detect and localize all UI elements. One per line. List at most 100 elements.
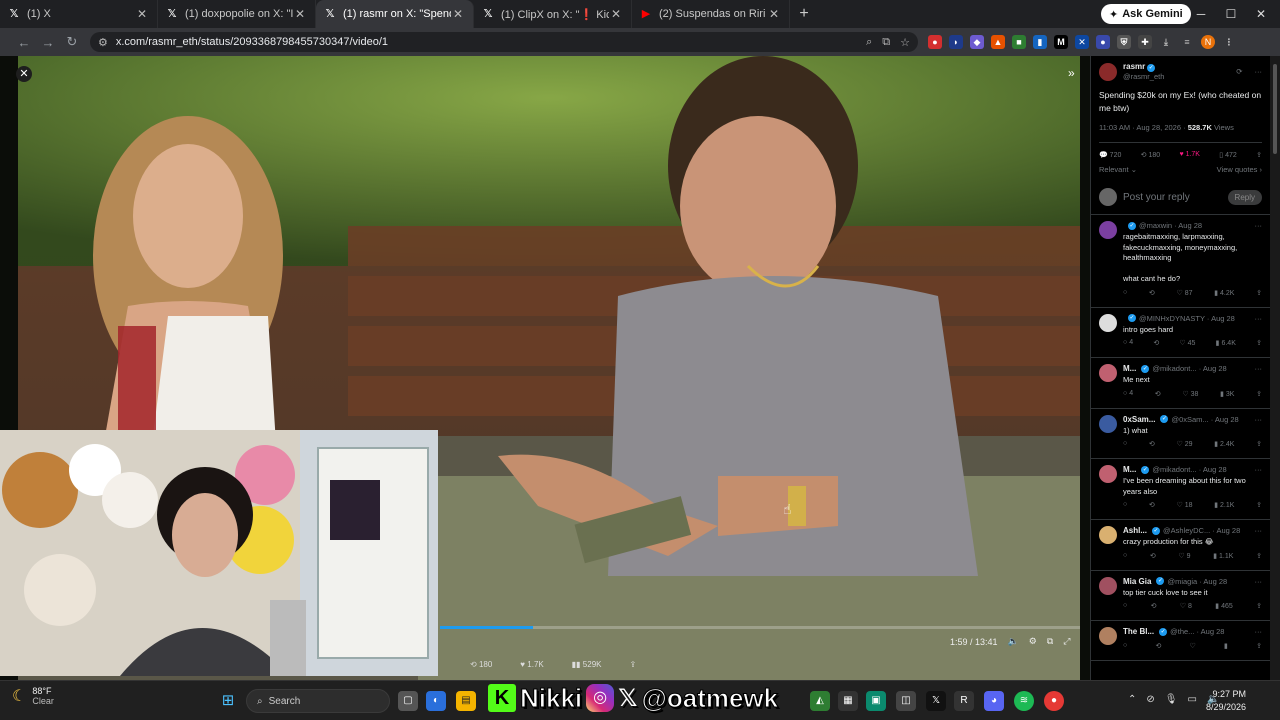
views-button[interactable]: ▮▮ 529K <box>572 660 602 669</box>
close-tab-icon[interactable]: ✕ <box>609 7 623 21</box>
reply-like-button[interactable]: ♡ 38 <box>1182 390 1198 398</box>
settings-icon[interactable]: ⚙ <box>1029 636 1037 647</box>
reply-handle[interactable]: @mikadont... · Aug 28 <box>1152 364 1226 373</box>
reply-item[interactable]: ✓ @maxwin · Aug 28 ··· ragebaitmaxxing, lar… <box>1091 215 1270 308</box>
reply-like-button[interactable]: ♡ <box>1190 642 1196 650</box>
tweet-time[interactable]: 11:03 AM · Aug 28, 2026 · <box>1099 123 1186 132</box>
new-tab-button[interactable]: + <box>790 5 818 23</box>
volume-icon[interactable]: 🔈 <box>1008 636 1019 647</box>
task-view-icon[interactable]: ▢ <box>398 691 418 711</box>
expand-sidebar-icon[interactable]: » <box>1068 66 1075 80</box>
author-name[interactable]: rasmr <box>1123 62 1145 71</box>
reply-views-button[interactable]: ▮ 6.4K <box>1216 339 1236 347</box>
like-button[interactable]: ♥ 1.7K <box>520 660 543 669</box>
reply-like-button[interactable]: ♡ 87 <box>1176 289 1192 297</box>
microphone-icon[interactable]: 🎙 <box>1165 694 1178 705</box>
monitor-icon[interactable]: ▭ <box>1187 694 1196 705</box>
discord-icon[interactable]: ◕ <box>984 691 1004 711</box>
reply-like-button[interactable]: ♡ 18 <box>1176 501 1192 509</box>
app-icon[interactable]: ◭ <box>810 691 830 711</box>
maximize-button[interactable]: ☐ <box>1216 0 1246 28</box>
weather-widget[interactable]: ☾ 88°F Clear <box>12 686 54 706</box>
pip-icon[interactable]: ⧉ <box>1047 636 1053 647</box>
reply-handle[interactable]: @the... · Aug 28 <box>1170 627 1224 636</box>
reply-comment-button[interactable]: ○ <box>1123 501 1127 509</box>
back-icon[interactable]: ← <box>12 35 36 50</box>
tab-1[interactable]: 𝕏 (1) X ✕ <box>0 0 158 28</box>
reply-handle[interactable]: @MINHxDYNASTY · Aug 28 <box>1139 314 1235 323</box>
reply-author[interactable]: Mia Gia <box>1123 577 1151 586</box>
reply-input[interactable]: Post your reply <box>1123 192 1222 203</box>
more-icon[interactable]: ··· <box>1255 465 1263 474</box>
tab-4[interactable]: 𝕏 (1) ClipX on X: "❗ Kick CEO Ed✕ <box>474 0 632 28</box>
chevron-up-icon[interactable]: ⌃ <box>1128 694 1136 705</box>
reload-icon[interactable]: ↻ <box>60 34 84 50</box>
video-progress-bar[interactable] <box>440 626 1080 629</box>
close-tab-icon[interactable]: ✕ <box>293 7 307 21</box>
close-window-button[interactable]: ✕ <box>1246 0 1276 28</box>
refresh-icon[interactable]: ⟳ <box>1236 67 1242 76</box>
reply-views-button[interactable]: ▮ 3K <box>1220 390 1234 398</box>
reply-repost-button[interactable]: ⟲ <box>1149 440 1155 448</box>
reply-handle[interactable]: @AshleyDC... · Aug 28 <box>1163 526 1240 535</box>
clock[interactable]: 9:27 PM 8/29/2026 <box>1206 688 1246 714</box>
reply-comment-button[interactable]: ○ <box>1123 642 1127 650</box>
extension-icon[interactable]: ▮ <box>1033 35 1047 49</box>
reply-author[interactable]: The Bl... <box>1123 627 1154 636</box>
author-avatar[interactable] <box>1099 62 1117 81</box>
share-icon[interactable]: ⇪ <box>1256 552 1262 560</box>
fullscreen-icon[interactable]: ⤢ <box>1063 636 1070 647</box>
tray-icon[interactable]: ⊘ <box>1146 694 1154 705</box>
close-media-icon[interactable]: ✕ <box>16 66 32 82</box>
reply-repost-button[interactable]: ⟲ <box>1149 501 1155 509</box>
forward-icon[interactable]: → <box>36 35 60 50</box>
share-icon[interactable]: ⇪ <box>1256 289 1262 297</box>
sidebar-scrollbar[interactable] <box>1270 56 1280 680</box>
reply-button[interactable]: Reply <box>1227 189 1262 205</box>
reply-author[interactable]: M... <box>1123 465 1136 474</box>
menu-icon[interactable]: ⋮ <box>1222 35 1236 49</box>
extension-icon[interactable]: ◗ <box>949 35 963 49</box>
reply-handle[interactable]: @miagia · Aug 28 <box>1167 577 1227 586</box>
tab-3[interactable]: 𝕏 (1) rasmr on X: "Spending $20k✕ <box>316 0 474 28</box>
share-icon[interactable]: ⇪ <box>1256 501 1262 509</box>
reply-item[interactable]: ✓ @MINHxDYNASTY · Aug 28 ··· intro goes har… <box>1091 308 1270 358</box>
reply-avatar[interactable] <box>1099 364 1117 382</box>
taskbar-search[interactable]: ⌕ Search <box>246 689 390 713</box>
shield-icon[interactable]: ⛨ <box>1117 35 1131 49</box>
app-icon[interactable]: ◫ <box>896 691 916 711</box>
extension-icon[interactable]: ▲ <box>991 35 1005 49</box>
reply-avatar[interactable] <box>1099 414 1117 433</box>
view-quotes-link[interactable]: View quotes › <box>1217 165 1262 174</box>
reply-comment-button[interactable]: ○ <box>1123 552 1127 560</box>
sort-dropdown[interactable]: Relevant ⌄ <box>1099 165 1137 174</box>
extension-icon[interactable]: ● <box>928 35 942 49</box>
scrollbar-thumb[interactable] <box>1273 64 1277 154</box>
reply-repost-button[interactable]: ⟲ <box>1153 339 1159 347</box>
reply-avatar[interactable] <box>1099 576 1117 595</box>
reply-views-button[interactable]: ▮ 2.4K <box>1214 440 1234 448</box>
extension-icon[interactable]: ■ <box>1012 35 1026 49</box>
reply-item[interactable]: M... ✓ @mikadont... · Aug 28 ··· I've been d… <box>1091 459 1270 520</box>
bookmark-action[interactable]: ▯ 472 <box>1219 151 1237 159</box>
reply-avatar[interactable] <box>1099 627 1117 645</box>
more-icon[interactable]: ··· <box>1255 364 1263 373</box>
profile-avatar[interactable]: N <box>1201 35 1215 49</box>
reply-like-button[interactable]: ♡ 29 <box>1176 440 1192 448</box>
app-icon[interactable]: R <box>954 691 974 711</box>
close-tab-icon[interactable]: ✕ <box>767 7 781 21</box>
reply-handle[interactable]: @mikadont... · Aug 28 <box>1152 465 1226 474</box>
share-icon[interactable]: ⇪ <box>1256 339 1262 347</box>
more-icon[interactable]: ··· <box>1255 314 1263 323</box>
reply-item[interactable]: Mia Gia ✓ @miagia · Aug 28 ··· top tier cuck… <box>1091 571 1270 621</box>
app-icon[interactable]: ▣ <box>866 691 886 711</box>
extension-icon[interactable]: ◆ <box>970 35 984 49</box>
puzzle-icon[interactable]: ✚ <box>1138 35 1152 49</box>
reply-views-button[interactable]: ▮ 4.2K <box>1214 289 1234 297</box>
media-icon[interactable]: ≡ <box>1180 35 1194 49</box>
reply-views-button[interactable]: ▮ <box>1224 642 1228 650</box>
reply-repost-button[interactable]: ⟲ <box>1155 642 1161 650</box>
more-icon[interactable]: ··· <box>1255 526 1263 535</box>
more-icon[interactable]: ··· <box>1255 577 1263 586</box>
more-icon[interactable]: ··· <box>1255 627 1263 636</box>
